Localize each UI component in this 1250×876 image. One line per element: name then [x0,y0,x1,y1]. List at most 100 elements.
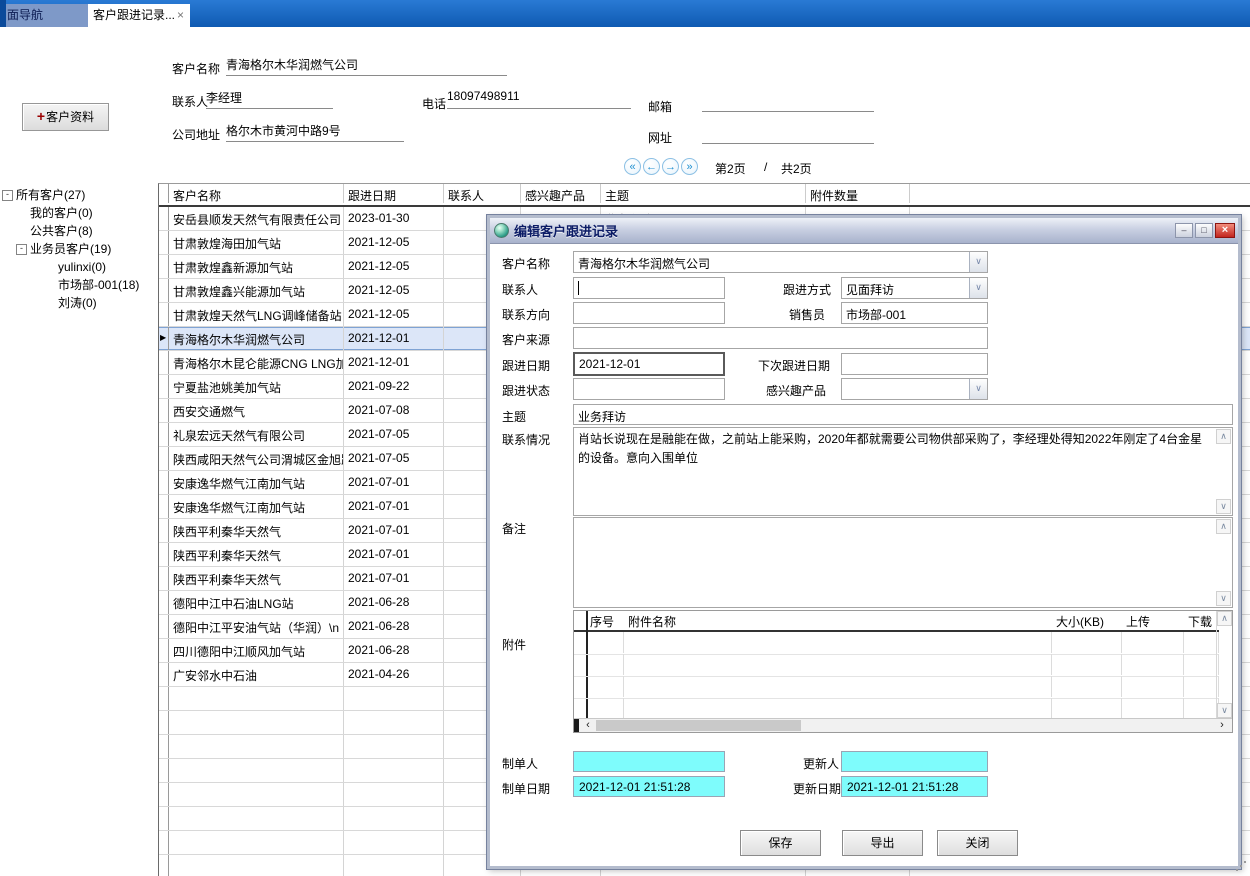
tree-item[interactable]: 市场部-001(18) [0,276,139,294]
tree-item[interactable]: -所有客户(27) [0,186,85,204]
attachment-cell [1122,698,1184,719]
cell: 四川德阳中江顺风加气站 [169,639,344,662]
scroll-left-icon[interactable]: ‹ [580,719,596,732]
dlg-follow-method-value: 见面拜访 [846,283,894,297]
dlg-customer-source-input[interactable] [573,327,988,349]
prev-page-button[interactable]: ← [643,158,660,175]
cell [169,807,344,830]
close-dialog-button[interactable]: 关闭 [937,830,1018,856]
row-marker [159,591,169,614]
attachments-header: 序号附件名称大小(KB)上传下载 [574,611,1219,632]
column-header[interactable]: 感兴趣产品 [521,184,601,203]
dlg-customer-source-label: 客户来源 [502,331,550,348]
cell [344,807,444,830]
cell: 德阳中江平安油气站（华润）\n [169,615,344,638]
scroll-right-icon[interactable]: › [1214,719,1230,732]
row-marker [159,471,169,494]
marker-column-header [159,184,169,203]
cell [344,735,444,758]
row-marker [159,711,169,734]
tab-page-nav[interactable]: 面导航 [6,4,89,27]
splitter-handle[interactable] [574,719,579,732]
chevron-down-icon[interactable]: ∨ [969,278,987,298]
dlg-next-follow-date-input[interactable] [841,353,988,375]
attachment-cell [586,632,624,653]
cell: 安康逸华燃气江南加气站 [169,495,344,518]
dlg-contact-direction-label: 联系方向 [502,306,550,323]
column-header[interactable]: 客户名称 [169,184,344,203]
dlg-contact-input[interactable] [573,277,725,299]
save-button[interactable]: 保存 [740,830,821,856]
column-header[interactable]: 跟进日期 [344,184,444,203]
tree-item[interactable]: 刘涛(0) [0,294,97,312]
close-button[interactable]: × [1215,223,1235,238]
first-page-button[interactable]: « [624,158,641,175]
cell [344,855,444,876]
dlg-customer-name-combo[interactable]: 青海格尔木华润燃气公司 ∨ [573,251,988,273]
dlg-contact-details-textarea[interactable]: 肖站长说现在是融能在做，之前站上能采购，2020年都就需要公司物供部采购了，李经… [573,427,1233,516]
tab-follow-records[interactable]: 客户跟进记录...× [88,4,190,27]
row-marker [159,279,169,302]
tree-item[interactable]: -业务员客户(19) [0,240,111,258]
globe-icon [494,223,509,238]
scroll-down-icon[interactable]: ∨ [1216,499,1231,514]
scroll-up-icon[interactable]: ∧ [1216,519,1231,534]
cell: 2021-07-05 [344,447,444,470]
tree-item[interactable]: 公共客户(8) [0,222,93,240]
customer-name-value: 青海格尔木华润燃气公司 [226,56,507,76]
cell: 2021-07-01 [344,495,444,518]
scroll-up-icon[interactable]: ∧ [1216,429,1231,444]
dlg-interested-product-combo[interactable]: ∨ [841,378,988,400]
export-button[interactable]: 导出 [842,830,923,856]
tree-item[interactable]: 我的客户(0) [0,204,93,222]
column-header[interactable]: 联系人 [444,184,521,203]
tree-expander-icon[interactable]: - [2,190,13,201]
chevron-down-icon[interactable]: ∨ [969,379,987,399]
column-header[interactable]: 主题 [601,184,806,203]
chevron-down-icon[interactable]: ∨ [969,252,987,272]
add-customer-button[interactable]: +客户资料 [22,103,109,131]
row-marker [159,663,169,686]
cell: 2021-12-05 [344,279,444,302]
tree-expander-icon[interactable]: - [16,244,27,255]
attachment-row [574,632,1219,655]
dlg-subject-input[interactable]: 业务拜访 [573,404,1233,425]
resize-grip-icon[interactable] [1236,861,1248,873]
dlg-subject-label: 主题 [502,408,526,425]
dlg-follow-method-combo[interactable]: 见面拜访 ∨ [841,277,988,299]
dlg-salesperson-input[interactable]: 市场部-001 [841,302,988,324]
dlg-contact-direction-input[interactable] [573,302,725,324]
scroll-down-icon[interactable]: ∨ [1216,591,1231,606]
last-page-button[interactable]: » [681,158,698,175]
scroll-down-icon[interactable]: ∨ [1217,703,1232,718]
dlg-follow-date-input[interactable]: 2021-12-01 [573,352,725,376]
scroll-up-icon[interactable]: ∧ [1217,611,1232,626]
tree-item[interactable]: yulinxi(0) [0,258,106,276]
dlg-follow-method-label: 跟进方式 [783,281,831,298]
dlg-follow-status-input[interactable] [573,378,725,400]
cell: 2021-12-05 [344,231,444,254]
minimize-button[interactable]: – [1175,223,1193,238]
attachments-vscrollbar[interactable]: ∧ ∨ [1216,611,1232,718]
dlg-remarks-textarea[interactable]: ∧ ∨ [573,517,1233,608]
attachments-hscrollbar[interactable]: ‹ › [574,718,1232,732]
cell: 2021-07-01 [344,519,444,542]
dlg-customer-name-label: 客户名称 [502,255,550,272]
tab-close-icon[interactable]: × [177,8,184,22]
maximize-button[interactable]: □ [1195,223,1213,238]
scrollbar-thumb[interactable] [596,720,801,731]
attachment-cell [586,676,624,697]
dlg-contact-details-value: 肖站长说现在是融能在做，之前站上能采购，2020年都就需要公司物供部采购了，李经… [578,432,1202,465]
column-header[interactable]: 附件数量 [806,184,910,203]
dialog-titlebar[interactable]: 编辑客户跟进记录 – □ × [490,218,1238,244]
cell: 宁夏盐池姚美加气站 [169,375,344,398]
cell: 陕西咸阳天然气公司渭城区金旭路 [169,447,344,470]
attachment-column-header: 上传 [1122,611,1184,628]
attachment-cell [1122,632,1184,653]
next-page-button[interactable]: → [662,158,679,175]
page-separator: / [764,160,767,174]
cell: 2021-12-05 [344,255,444,278]
customer-tree: -所有客户(27)我的客户(0)公共客户(8)-业务员客户(19)yulinxi… [0,186,156,875]
row-marker [159,807,169,830]
cell [169,735,344,758]
